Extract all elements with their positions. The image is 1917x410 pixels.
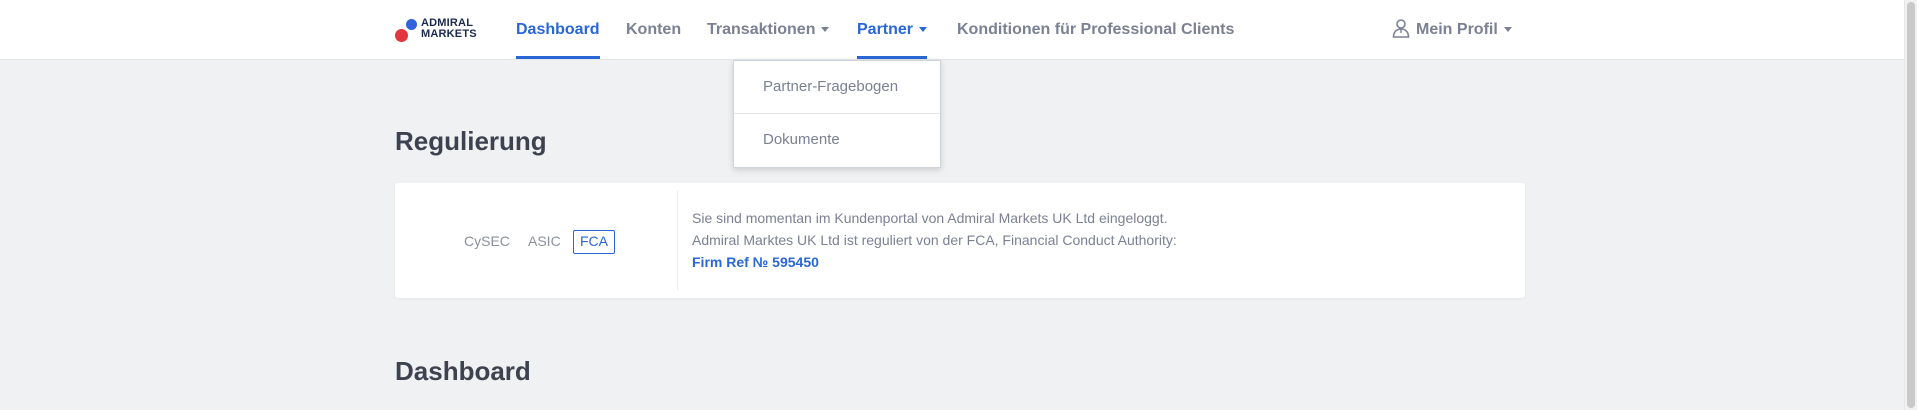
logo-blue-dot xyxy=(406,19,417,30)
admiral-markets-logo[interactable]: ADMIRAL MARKETS xyxy=(395,16,487,44)
card-divider xyxy=(677,191,678,290)
nav-dashboard[interactable]: Dashboard xyxy=(516,0,600,59)
nav-transaktionen[interactable]: Transaktionen xyxy=(707,0,830,59)
user-icon xyxy=(1392,19,1410,38)
top-navigation-bar: ADMIRAL MARKETS Dashboard Konten Transak… xyxy=(0,0,1905,60)
chevron-down-icon xyxy=(1503,27,1512,33)
nav-transaktionen-label: Transaktionen xyxy=(707,21,816,38)
logo-red-dot xyxy=(395,29,408,42)
firm-ref-link[interactable]: Firm Ref № 595450 xyxy=(692,254,819,270)
nav-partner[interactable]: Partner xyxy=(857,0,928,59)
nav-partner-label: Partner xyxy=(857,21,914,38)
regulator-tab-asic[interactable]: ASIC xyxy=(528,230,561,252)
partner-dropdown-menu: Partner-Fragebogen Dokumente xyxy=(733,60,941,168)
nav-konten[interactable]: Konten xyxy=(626,0,681,59)
nav-konditionen[interactable]: Konditionen für Professional Clients xyxy=(957,0,1234,59)
regulator-tab-fca[interactable]: FCA xyxy=(573,230,615,254)
chevron-down-icon xyxy=(821,27,830,33)
nav-dashboard-label: Dashboard xyxy=(516,21,600,38)
nav-konditionen-label: Konditionen für Professional Clients xyxy=(957,21,1235,38)
nav-profile[interactable]: Mein Profil xyxy=(1391,0,1512,59)
nav-konten-label: Konten xyxy=(626,21,682,38)
regulation-heading: Regulierung xyxy=(395,126,547,156)
dashboard-heading: Dashboard xyxy=(395,356,531,386)
nav-profile-label: Mein Profil xyxy=(1416,21,1498,38)
logo-line-2: MARKETS xyxy=(421,28,477,40)
menu-item-partner-fragebogen[interactable]: Partner-Fragebogen xyxy=(734,61,940,113)
menu-item-dokumente[interactable]: Dokumente xyxy=(734,114,940,166)
logo-wordmark: ADMIRAL MARKETS xyxy=(421,18,477,40)
regulator-tab-cysec[interactable]: CySEC xyxy=(464,230,510,252)
chevron-down-icon xyxy=(919,27,928,33)
regulation-info-text: Admiral Marktes UK Ltd ist reguliert von… xyxy=(692,232,1177,248)
regulation-card: CySEC ASIC FCA Sie sind momentan im Kund… xyxy=(395,183,1525,298)
login-info-text: Sie sind momentan im Kundenportal von Ad… xyxy=(692,210,1168,226)
scrollbar-thumb[interactable] xyxy=(1907,2,1915,408)
page-scrollbar[interactable] xyxy=(1904,0,1917,410)
